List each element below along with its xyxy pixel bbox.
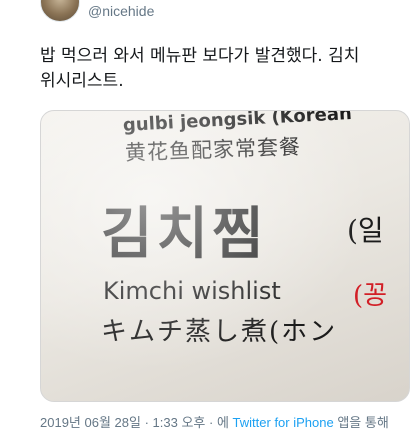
tweet-photo[interactable]: gulbi jeongsik (Korean 黄花鱼配家常套餐 김치찜 (일 K… [40, 110, 410, 402]
tweet-source-link[interactable]: Twitter for iPhone [233, 415, 334, 430]
tweet-card: @nicehide 밥 먹으러 와서 메뉴판 보다가 발견했다. 김치 위시리스… [0, 0, 420, 440]
tweet-date[interactable]: 2019년 06월 28일 [40, 415, 141, 430]
menu-korean-title: 김치찜 [101, 201, 268, 267]
tweet-text-line-2: 위시리스트. [40, 71, 124, 91]
meta-separator: · [209, 415, 217, 430]
avatar[interactable] [40, 0, 80, 22]
menu-chinese-text: 黄花鱼配家常套餐 [124, 134, 302, 165]
tweet-time[interactable]: 1:33 오후 [153, 415, 206, 430]
user-handle[interactable]: @nicehide [88, 3, 154, 19]
menu-red-text: (꽁 [353, 281, 388, 311]
menu-korean-side-text: (일 [347, 214, 384, 247]
tweet-meta: 2019년 06월 28일 · 1:33 오후 · 에 Twitter for … [40, 412, 389, 431]
tweet-text-line-1: 밥 먹으러 와서 메뉴판 보다가 발견했다. 김치 [40, 46, 360, 66]
via-prefix: 에 [216, 415, 229, 430]
via-suffix: 앱을 통해 [337, 415, 389, 430]
tweet-text: 밥 먹으러 와서 메뉴판 보다가 발견했다. 김치 위시리스트. [40, 44, 410, 94]
menu-english-text: Kimchi wishlist [103, 277, 281, 305]
meta-separator: · [144, 415, 153, 430]
menu-japanese-text: キムチ蒸し煮(ホン [101, 317, 338, 347]
